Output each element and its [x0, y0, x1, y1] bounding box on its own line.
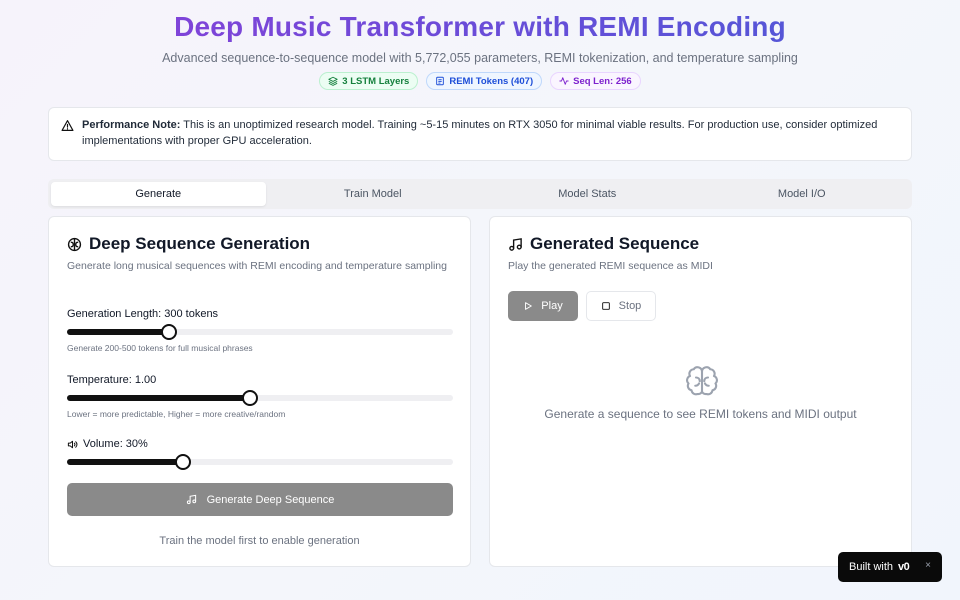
sequence-card-title: Generated Sequence — [508, 234, 699, 254]
layers-icon — [328, 76, 338, 86]
stop-button[interactable]: Stop — [586, 291, 656, 321]
built-with-badge[interactable]: Built with v0 × — [838, 552, 942, 582]
close-icon[interactable]: × — [925, 560, 931, 571]
page-subtitle: Advanced sequence-to-sequence model with… — [162, 51, 798, 65]
play-label: Play — [541, 300, 563, 312]
volume-icon — [67, 440, 78, 448]
performance-note: Performance Note: This is an unoptimized… — [48, 107, 912, 161]
badge-label: REMI Tokens (407) — [449, 75, 534, 87]
badge-row: 3 LSTM Layers REMI Tokens (407) Seq Len:… — [0, 72, 960, 90]
length-slider[interactable] — [67, 324, 453, 340]
header: Deep Music Transformer with REMI Encodin… — [0, 0, 960, 90]
badge-lstm-layers: 3 LSTM Layers — [319, 72, 419, 90]
stop-icon — [601, 302, 610, 310]
generation-card: Deep Sequence Generation Generate long m… — [48, 216, 471, 567]
length-hint: Generate 200-500 tokens for full musical… — [67, 343, 253, 353]
temperature-slider[interactable] — [67, 390, 453, 406]
file-icon — [436, 76, 445, 86]
activity-icon — [559, 77, 569, 85]
card-description: Generate long musical sequences with REM… — [67, 260, 447, 272]
note-text: This is an unoptimized research model. T… — [82, 119, 878, 147]
brain-icon — [67, 237, 82, 251]
stop-label: Stop — [618, 300, 642, 312]
slider-thumb[interactable] — [174, 454, 191, 470]
play-icon — [525, 302, 533, 310]
empty-state-text: Generate a sequence to see REMI tokens a… — [544, 407, 857, 421]
slider-thumb[interactable] — [241, 390, 258, 406]
warning-icon — [61, 120, 74, 131]
badge-remi-tokens: REMI Tokens (407) — [426, 72, 543, 90]
sequence-card: Generated Sequence Play the generated RE… — [489, 216, 912, 567]
built-with-label: Built with — [849, 561, 894, 573]
card-heading: Generated Sequence — [530, 234, 700, 253]
slider-fill — [67, 329, 169, 335]
generate-sequence-button[interactable]: Generate Deep Sequence — [67, 483, 453, 516]
generation-card-title: Deep Sequence Generation — [67, 234, 310, 254]
tab-model-io[interactable]: Model I/O — [695, 182, 910, 206]
card-description: Play the generated REMI sequence as MIDI — [508, 260, 713, 272]
badge-label: Seq Len: 256 — [573, 75, 632, 87]
volume-label-text: Volume: 30% — [83, 438, 148, 450]
badge-label: 3 LSTM Layers — [342, 75, 410, 87]
length-label: Generation Length: 300 tokens — [67, 308, 219, 320]
play-button[interactable]: Play — [508, 291, 578, 321]
slider-fill — [67, 395, 250, 401]
brain-icon — [686, 366, 718, 396]
slider-thumb[interactable] — [160, 324, 177, 340]
temperature-hint: Lower = more predictable, Higher = more … — [67, 409, 286, 419]
temperature-label: Temperature: 1.00 — [67, 374, 157, 386]
volume-label: Volume: 30% — [67, 438, 148, 450]
v0-logo: v0 — [898, 561, 910, 573]
tab-generate[interactable]: Generate — [51, 182, 266, 206]
train-required-message: Train the model first to enable generati… — [159, 535, 360, 547]
badge-seq-len: Seq Len: 256 — [550, 72, 641, 90]
note-title: Performance Note: — [82, 119, 181, 131]
music-note-icon — [186, 494, 196, 505]
generate-button-label: Generate Deep Sequence — [206, 493, 335, 506]
tab-model-stats[interactable]: Model Stats — [480, 182, 695, 206]
card-heading: Deep Sequence Generation — [89, 234, 311, 253]
tab-train-model[interactable]: Train Model — [266, 182, 481, 206]
slider-fill — [67, 459, 183, 465]
music-note-icon — [509, 237, 522, 251]
volume-slider[interactable] — [67, 454, 453, 470]
tab-bar: Generate Train Model Model Stats Model I… — [48, 179, 912, 209]
page-title: Deep Music Transformer with REMI Encodin… — [0, 10, 960, 44]
